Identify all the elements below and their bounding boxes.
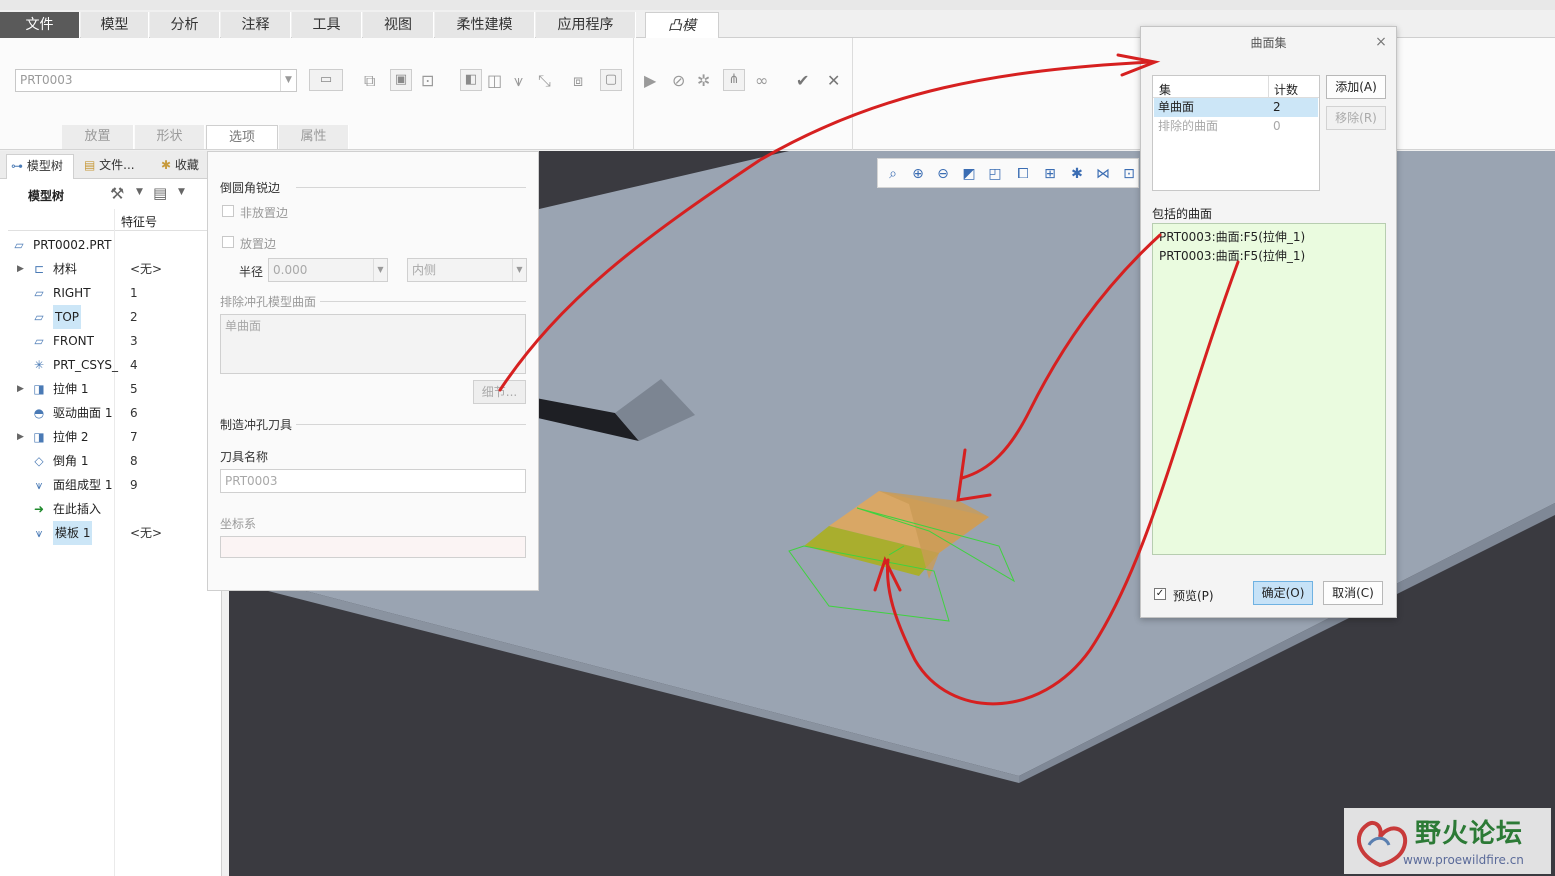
- annotation-arrow: [498, 60, 1152, 392]
- annotation-overlay: [498, 53, 1240, 706]
- watermark-title: 野火论坛: [1415, 819, 1524, 849]
- flame-logo-icon: [1356, 820, 1408, 868]
- watermark-logo: 野火论坛 www.proewildfire.cn: [1344, 808, 1551, 874]
- watermark-url: www.proewildfire.cn: [1403, 853, 1524, 867]
- annotation-arrow: [886, 260, 1240, 706]
- annotation-arrow: [960, 233, 1162, 480]
